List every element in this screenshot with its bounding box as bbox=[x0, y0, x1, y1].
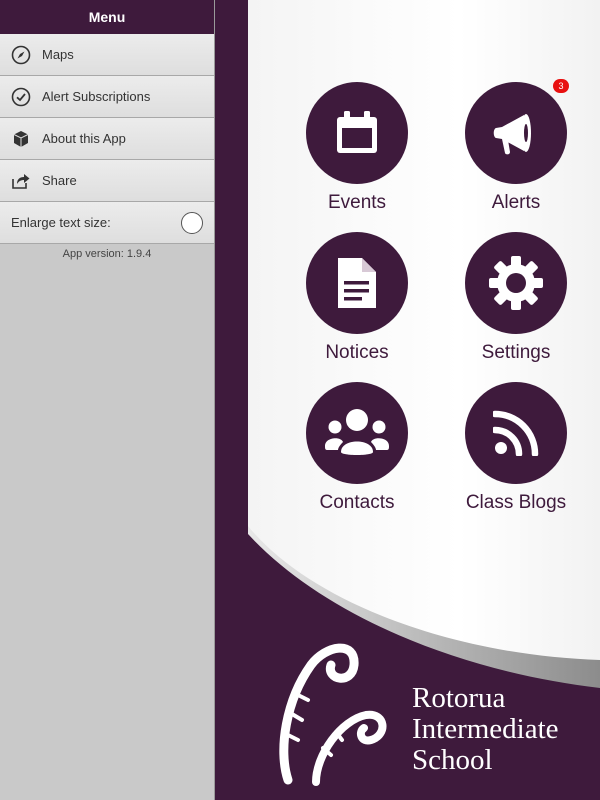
tile-events[interactable]: Events bbox=[292, 82, 422, 214]
school-name-line1: Rotorua bbox=[412, 682, 506, 714]
megaphone-icon bbox=[493, 114, 531, 155]
share-icon bbox=[11, 171, 31, 191]
enlarge-text-toggle[interactable] bbox=[181, 211, 203, 234]
tile-class-blogs[interactable]: Class Blogs bbox=[451, 382, 581, 514]
tile-notices[interactable]: Notices bbox=[292, 232, 422, 364]
enlarge-text-label: Enlarge text size: bbox=[11, 215, 111, 230]
gear-icon bbox=[489, 256, 543, 310]
tile-settings[interactable]: Settings bbox=[451, 232, 581, 364]
alerts-count-badge: 3 bbox=[553, 79, 569, 93]
compass-icon bbox=[11, 45, 31, 65]
tile-label: Notices bbox=[325, 342, 389, 363]
menu-item-label: Share bbox=[42, 173, 77, 188]
menu-item-alert-subscriptions[interactable]: Alert Subscriptions bbox=[0, 76, 214, 118]
school-name-line3: School bbox=[412, 744, 493, 776]
tile-alerts[interactable]: 3 Alerts bbox=[451, 79, 581, 214]
school-name: Rotorua Intermediate School bbox=[412, 683, 559, 776]
menu-title: Menu bbox=[0, 0, 214, 34]
calendar-icon bbox=[337, 111, 377, 153]
menu-item-label: Maps bbox=[42, 47, 74, 62]
tile-label: Alerts bbox=[491, 192, 541, 213]
enlarge-text-row: Enlarge text size: bbox=[0, 202, 214, 244]
main-panel: Events 3 Alerts Notices Settings Contact… bbox=[248, 0, 600, 800]
menu-item-label: About this App bbox=[42, 131, 126, 146]
people-icon bbox=[325, 409, 389, 455]
menu-item-about[interactable]: About this App bbox=[0, 118, 214, 160]
rss-icon bbox=[493, 410, 539, 456]
menu-item-label: Alert Subscriptions bbox=[42, 89, 151, 104]
document-icon bbox=[338, 258, 376, 308]
tile-label: Settings bbox=[481, 342, 551, 363]
school-logo-koru bbox=[279, 643, 387, 786]
side-menu: Menu Maps Alert Subscriptions About this… bbox=[0, 0, 215, 800]
school-name-line2: Intermediate bbox=[412, 713, 559, 745]
tile-label: Class Blogs bbox=[465, 492, 567, 513]
menu-item-maps[interactable]: Maps bbox=[0, 34, 214, 76]
tile-label: Events bbox=[327, 192, 387, 213]
tile-contacts[interactable]: Contacts bbox=[292, 382, 422, 514]
tile-label: Contacts bbox=[319, 492, 395, 513]
check-circle-icon bbox=[11, 87, 31, 107]
cube-icon bbox=[11, 129, 31, 149]
app-version: App version: 1.9.4 bbox=[62, 248, 152, 260]
menu-item-share[interactable]: Share bbox=[0, 160, 214, 202]
panel-edge bbox=[215, 0, 248, 800]
